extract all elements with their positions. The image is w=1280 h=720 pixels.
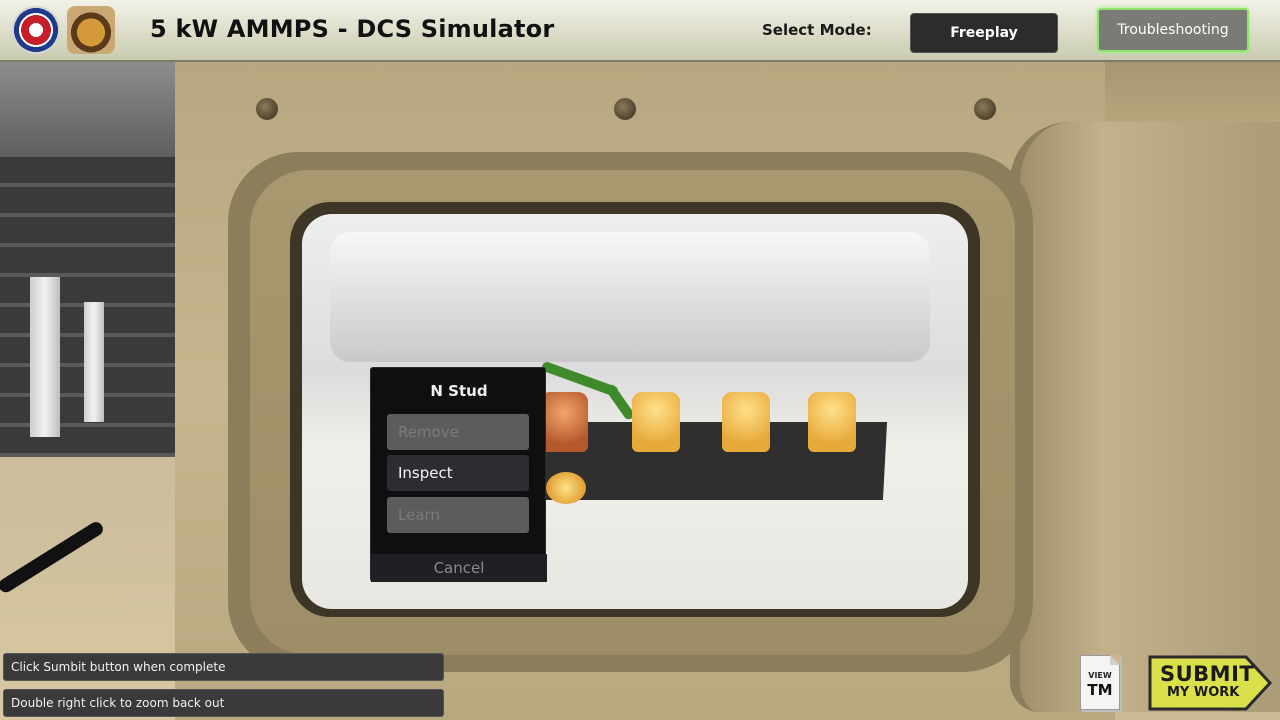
app-title: 5 kW AMMPS - DCS Simulator — [150, 15, 555, 43]
unit-crest-logo — [67, 6, 115, 54]
document-icon — [1110, 655, 1120, 665]
panel-door — [1010, 122, 1280, 712]
terminal-cover — [330, 232, 930, 362]
bolt — [256, 98, 278, 120]
troubleshooting-mode-button[interactable]: Troubleshooting — [1097, 8, 1249, 52]
org-seal-logo — [12, 6, 60, 54]
top-bar: 5 kW AMMPS - DCS Simulator Select Mode: … — [0, 0, 1280, 62]
select-mode-label: Select Mode: — [762, 21, 872, 39]
l2-stud[interactable] — [722, 392, 770, 452]
context-menu-title: N Stud — [430, 382, 488, 400]
stud-context-menu: N Stud Remove Inspect Learn Cancel — [370, 367, 547, 582]
simulation-viewport[interactable] — [0, 62, 1280, 720]
instruction-message: Double right click to zoom back out — [3, 689, 444, 717]
l3-stud[interactable] — [808, 392, 856, 452]
ground-stud[interactable] — [546, 472, 586, 504]
instruction-message: Click Sumbit button when complete — [3, 653, 444, 681]
submit-my-work-button[interactable]: SUBMIT MY WORK — [1148, 654, 1272, 712]
n-stud[interactable] — [540, 392, 588, 452]
cancel-button[interactable]: Cancel — [371, 554, 547, 582]
inspect-button[interactable]: Inspect — [387, 455, 529, 491]
background-building — [0, 62, 180, 720]
learn-button: Learn — [387, 497, 529, 533]
l1-stud[interactable] — [632, 392, 680, 452]
remove-button: Remove — [387, 414, 529, 450]
view-tm-button[interactable]: VIEW TM — [1080, 655, 1120, 710]
freeplay-mode-button[interactable]: Freeplay — [910, 13, 1058, 53]
bolt — [614, 98, 636, 120]
bolt — [974, 98, 996, 120]
